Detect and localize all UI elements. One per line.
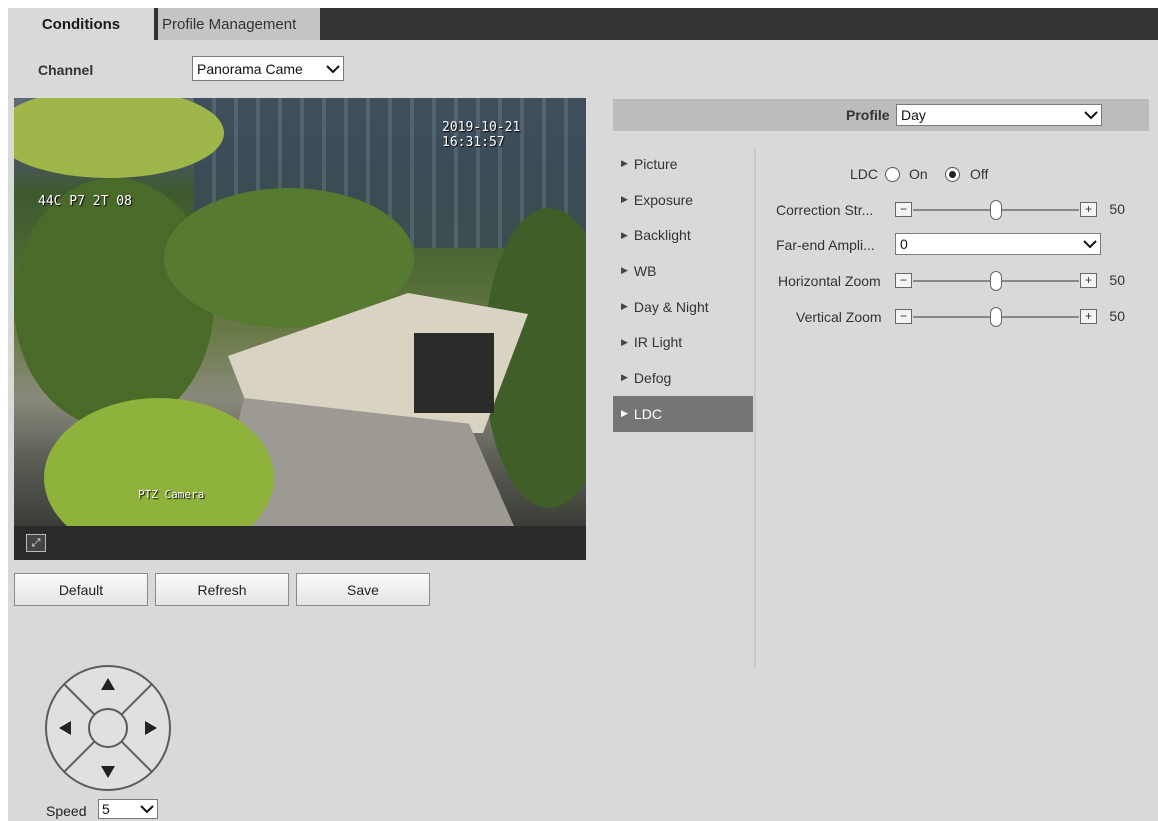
ldc-off-label: Off [970, 166, 989, 182]
menu-item-label: Defog [633, 369, 672, 386]
ldc-on-radio[interactable] [885, 167, 900, 182]
profile-label: Profile [846, 107, 890, 123]
menu-item-ldc[interactable]: ▶ LDC [613, 395, 753, 432]
far-end-select[interactable]: 0 [895, 233, 1101, 255]
save-button[interactable]: Save [296, 573, 430, 606]
refresh-button[interactable]: Refresh [155, 573, 289, 606]
video-toolbar: ⤢ [14, 526, 586, 560]
default-button[interactable]: Default [14, 573, 148, 606]
menu-item-label: Day & Night [633, 298, 709, 315]
triangle-right-icon: ▶ [621, 229, 628, 240]
triangle-right-icon: ▶ [621, 265, 628, 276]
menu-item-label: Backlight [633, 227, 691, 244]
slider-value: 50 [1109, 201, 1125, 217]
ldc-off-radio[interactable] [945, 167, 960, 182]
vertical-zoom-label: Vertical Zoom [796, 309, 882, 325]
ptz-control [45, 665, 171, 791]
slider-value: 50 [1109, 308, 1125, 324]
menu-item-label: Picture [633, 155, 678, 172]
menu-item-label: LDC [633, 405, 662, 422]
menu-item-ir-light[interactable]: ▶ IR Light [613, 324, 753, 360]
minus-icon[interactable]: − [895, 273, 912, 288]
triangle-right-icon: ▶ [621, 301, 628, 312]
chevron-down-icon [1083, 240, 1097, 249]
plus-icon[interactable]: + [1080, 202, 1097, 217]
menu-item-wb[interactable]: ▶ WB [613, 253, 753, 289]
far-end-label: Far-end Ampli... [776, 237, 875, 253]
speed-select[interactable]: 5 [98, 799, 158, 819]
speed-select-value: 5 [102, 801, 110, 817]
horizontal-zoom-label: Horizontal Zoom [778, 273, 881, 289]
slider-value: 50 [1109, 272, 1125, 288]
triangle-right-icon: ▶ [621, 372, 628, 383]
video-osd-id: 44C P7 2T 08 [38, 194, 132, 209]
video-preview: 2019-10-21 16:31:57 44C P7 2T 08 PTZ Cam… [14, 98, 586, 526]
correction-strength-slider[interactable]: − + 50 [895, 200, 1125, 220]
vertical-zoom-slider[interactable]: − + 50 [895, 307, 1125, 327]
plus-icon[interactable]: + [1080, 273, 1097, 288]
fit-screen-icon[interactable]: ⤢ [26, 534, 46, 552]
video-tunnel [414, 333, 494, 413]
triangle-right-icon: ▶ [621, 158, 628, 169]
channel-select-value: Panorama Came [197, 60, 303, 77]
correction-strength-label: Correction Str... [776, 202, 874, 218]
menu-divider [754, 148, 756, 668]
menu-item-picture[interactable]: ▶ Picture [613, 146, 753, 182]
menu-item-exposure[interactable]: ▶ Exposure [613, 182, 753, 218]
horizontal-zoom-slider[interactable]: − + 50 [895, 271, 1125, 291]
config-panel: Conditions Profile Management Channel Pa… [8, 8, 1158, 821]
menu-item-label: WB [633, 262, 657, 279]
far-end-select-value: 0 [900, 236, 908, 252]
tab-profile-management[interactable]: Profile Management [158, 8, 320, 40]
minus-icon[interactable]: − [895, 309, 912, 324]
menu-item-backlight[interactable]: ▶ Backlight [613, 217, 753, 253]
triangle-right-icon: ▶ [621, 336, 628, 347]
chevron-down-icon [1084, 111, 1098, 120]
settings-menu: ▶ Picture ▶ Exposure ▶ Backlight ▶ WB ▶ Day &… [613, 146, 753, 432]
video-timestamp: 2019-10-21 16:31:57 [442, 120, 521, 150]
profile-select[interactable]: Day [896, 104, 1102, 126]
triangle-right-icon: ▶ [621, 408, 628, 419]
slider-thumb[interactable] [990, 307, 1002, 327]
ldc-on-label: On [909, 166, 928, 182]
slider-thumb[interactable] [990, 271, 1002, 291]
plus-icon[interactable]: + [1080, 309, 1097, 324]
slider-thumb[interactable] [990, 200, 1002, 220]
video-foliage [14, 98, 224, 178]
menu-item-label: Exposure [633, 191, 694, 208]
menu-item-label: IR Light [633, 334, 683, 351]
speed-label: Speed [46, 803, 87, 819]
channel-label: Channel [38, 62, 94, 78]
tab-bar: Conditions Profile Management [8, 8, 1158, 40]
minus-icon[interactable]: − [895, 202, 912, 217]
triangle-right-icon: ▶ [621, 194, 628, 205]
menu-item-defog[interactable]: ▶ Defog [613, 360, 753, 396]
channel-select[interactable]: Panorama Came [192, 56, 344, 81]
video-foliage [14, 178, 214, 428]
profile-select-value: Day [901, 107, 926, 123]
chevron-down-icon [140, 805, 154, 814]
ldc-label: LDC [850, 166, 879, 182]
menu-item-day-night[interactable]: ▶ Day & Night [613, 289, 753, 325]
tab-conditions[interactable]: Conditions [8, 8, 154, 40]
video-osd-name: PTZ Camera [138, 488, 205, 501]
chevron-down-icon [326, 64, 340, 73]
